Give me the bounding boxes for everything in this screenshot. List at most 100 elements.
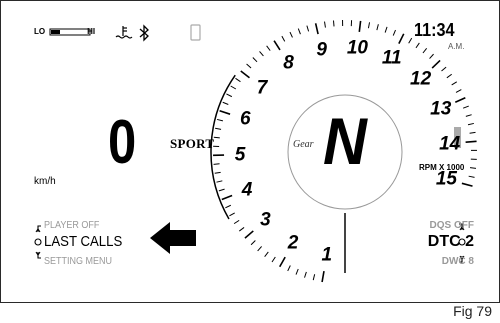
tach-label-13: 13 bbox=[430, 98, 452, 120]
tach-major-tick bbox=[314, 23, 319, 35]
tach-minor-tick bbox=[367, 22, 371, 29]
tach-minor-tick bbox=[297, 28, 301, 35]
tach-label-11: 11 bbox=[381, 47, 402, 69]
tach-minor-tick bbox=[222, 101, 229, 105]
tach-minor-tick bbox=[468, 175, 475, 178]
tach-minor-tick bbox=[295, 268, 299, 275]
figure-label: Fig 79 bbox=[453, 303, 492, 319]
tach-label-14: 14 bbox=[439, 133, 461, 154]
tach-label-2: 2 bbox=[287, 232, 299, 254]
menu-next-item: SETTING MENU bbox=[44, 256, 113, 267]
tach-minor-tick bbox=[257, 246, 263, 252]
tach-label-9: 9 bbox=[316, 39, 327, 61]
menu-nav-icons bbox=[34, 225, 42, 259]
tach-minor-tick bbox=[226, 93, 233, 98]
coolant-temp-icon bbox=[115, 26, 133, 39]
tach-label-3: 3 bbox=[260, 209, 271, 231]
gear-value: N bbox=[323, 104, 367, 178]
tach-label-10: 10 bbox=[346, 37, 368, 59]
tach-minor-tick bbox=[465, 114, 472, 117]
tach-minor-tick bbox=[429, 53, 434, 59]
menu-prev-item: PLAYER OFF bbox=[44, 220, 100, 231]
right-prev-item: DQS OFF bbox=[429, 220, 474, 231]
tach-minor-tick bbox=[214, 171, 221, 174]
tach-minor-tick bbox=[306, 25, 310, 32]
tach-major-tick bbox=[219, 109, 231, 115]
tach-minor-tick bbox=[384, 26, 388, 33]
tach-minor-tick bbox=[392, 29, 396, 36]
menu-current-item: LAST CALLS bbox=[44, 233, 123, 250]
clock-time: 11:34 bbox=[414, 20, 455, 40]
speed-value: 0 bbox=[108, 108, 137, 177]
tach-minor-tick bbox=[266, 45, 271, 51]
bluetooth-icon bbox=[139, 24, 149, 42]
tach-minor-tick bbox=[264, 251, 269, 258]
tach-minor-tick bbox=[455, 89, 462, 93]
menu-select-icon bbox=[34, 238, 42, 246]
tach-minor-tick bbox=[312, 274, 316, 281]
tach-label-6: 6 bbox=[239, 108, 251, 130]
tach-major-tick bbox=[431, 59, 441, 69]
tach-minor-tick bbox=[467, 122, 474, 126]
tach-minor-tick bbox=[216, 118, 224, 122]
tach-minor-tick bbox=[441, 66, 447, 72]
tach-label-1: 1 bbox=[321, 244, 333, 266]
tach-label-15: 15 bbox=[435, 168, 457, 190]
tach-major-tick bbox=[465, 140, 477, 144]
tach-minor-tick bbox=[238, 227, 245, 232]
right-next-item: DWC 8 bbox=[441, 256, 474, 267]
tach-minor-tick bbox=[215, 127, 222, 130]
tach-minor-tick bbox=[235, 77, 241, 83]
tach-minor-tick bbox=[213, 136, 220, 139]
tach-minor-tick bbox=[246, 63, 252, 69]
tach-minor-tick bbox=[213, 163, 220, 165]
tach-minor-tick bbox=[422, 47, 428, 54]
tach-minor-tick bbox=[408, 37, 413, 44]
tach-minor-tick bbox=[324, 21, 326, 28]
tach-minor-tick bbox=[218, 188, 225, 192]
tach-minor-tick bbox=[415, 42, 420, 49]
tach-major-tick bbox=[398, 33, 405, 45]
tach-minor-tick bbox=[216, 180, 223, 183]
tach-major-tick bbox=[461, 182, 473, 187]
right-current-item: DTC 2 bbox=[427, 233, 474, 250]
riding-mode: SPORT bbox=[170, 136, 215, 151]
tach-label-8: 8 bbox=[283, 52, 294, 74]
tach-major-tick bbox=[221, 194, 233, 201]
tach-label-4: 4 bbox=[241, 179, 253, 201]
brightness-lo-label: LO bbox=[34, 27, 46, 36]
tach-major-tick bbox=[244, 230, 254, 239]
tach-minor-tick bbox=[230, 85, 237, 90]
tach-minor-tick bbox=[332, 20, 335, 27]
tach-minor-tick bbox=[446, 73, 452, 79]
tach-minor-tick bbox=[287, 265, 291, 272]
tach-minor-tick bbox=[250, 240, 256, 246]
tach-minor-tick bbox=[376, 24, 379, 31]
tach-minor-tick bbox=[451, 81, 458, 86]
tach-minor-tick bbox=[271, 256, 276, 263]
phone-icon bbox=[190, 24, 201, 41]
tach-minor-tick bbox=[225, 204, 232, 209]
brightness-hi-label: HI bbox=[87, 27, 96, 36]
tach-major-tick bbox=[279, 256, 286, 268]
tach-minor-tick bbox=[252, 57, 258, 63]
tach-minor-tick bbox=[462, 105, 469, 109]
rpm-unit-label: RPM X 1000 bbox=[419, 163, 465, 172]
tach-minor-tick bbox=[469, 167, 477, 169]
tach-minor-tick bbox=[281, 35, 286, 42]
tach-minor-tick bbox=[469, 131, 476, 134]
tach-minor-tick bbox=[304, 271, 307, 278]
speed-unit: km/h bbox=[34, 176, 56, 187]
tach-minor-tick bbox=[233, 219, 240, 225]
tach-major-tick bbox=[273, 40, 281, 51]
tach-minor-tick bbox=[289, 31, 293, 38]
tach-major-tick bbox=[454, 96, 466, 103]
pointer-arrow-icon bbox=[150, 222, 196, 254]
clock-ampm: A.M. bbox=[448, 42, 465, 51]
tach-minor-tick bbox=[229, 212, 235, 217]
tach-major-tick bbox=[321, 271, 325, 283]
tach-label-5: 5 bbox=[234, 144, 246, 166]
tach-major-tick bbox=[240, 70, 250, 79]
tach-major-tick bbox=[358, 20, 362, 32]
tach-minor-tick bbox=[259, 51, 264, 57]
